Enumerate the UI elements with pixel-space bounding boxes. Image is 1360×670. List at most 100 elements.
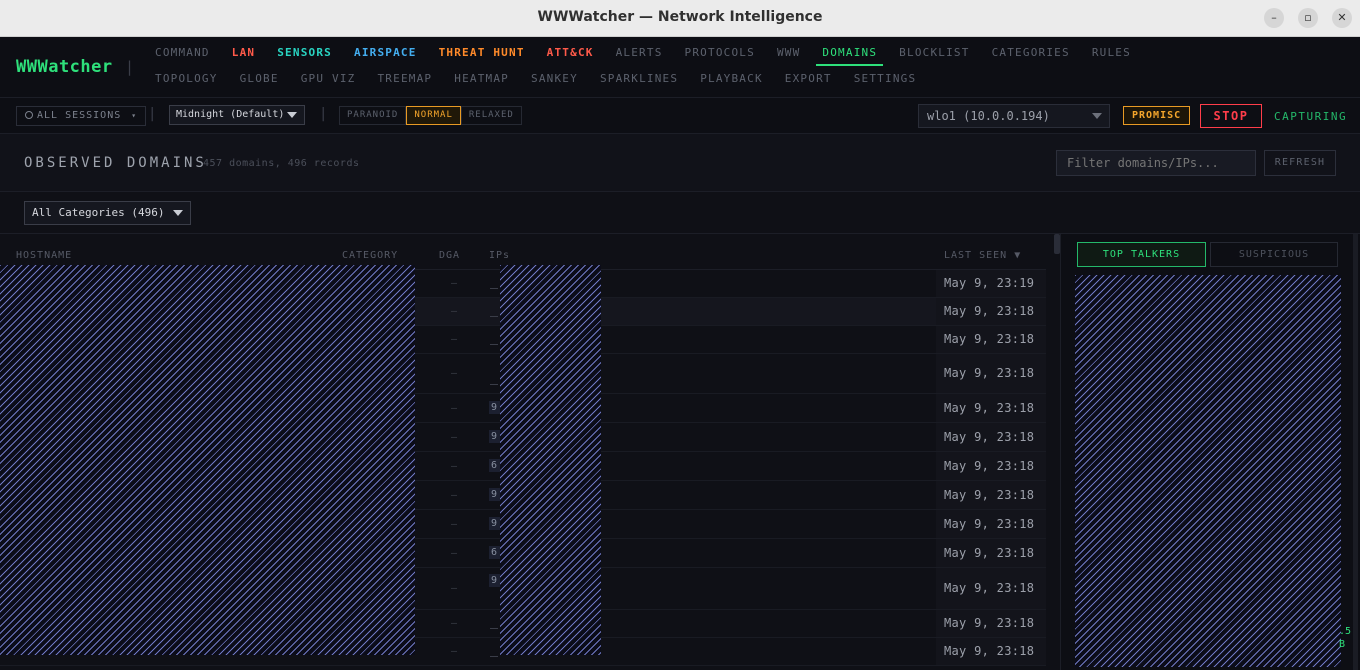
last-seen-cell: May 9, 23:18 — [944, 545, 1035, 560]
nav-settings[interactable]: SETTINGS — [854, 72, 917, 92]
talker-value: .5 — [1339, 626, 1352, 637]
dga-cell: — — [451, 547, 458, 559]
talker-unit: B — [1339, 639, 1346, 650]
domain-count: 457 domains, 496 records — [203, 158, 360, 169]
dga-cell: — — [451, 402, 458, 414]
ip-placeholder — [490, 628, 498, 629]
nav-categories[interactable]: CATEGORIES — [992, 46, 1070, 66]
nav-row-primary: COMMAND LAN SENSORS AIRSPACE THREAT HUNT ATT&… — [155, 46, 1153, 66]
last-seen-cell: May 9, 23:18 — [944, 644, 1035, 658]
nav-rules[interactable]: RULES — [1092, 46, 1131, 66]
interface-value: wlo1 (10.0.0.194) — [927, 109, 1050, 123]
nav-sankey[interactable]: SANKEY — [531, 72, 578, 92]
stop-capture-button[interactable]: STOP — [1200, 104, 1262, 128]
nav-blocklist[interactable]: BLOCKLIST — [899, 46, 969, 66]
nav-sparklines[interactable]: SPARKLINES — [600, 72, 678, 92]
column-hostname[interactable]: HOSTNAME — [16, 250, 72, 261]
tab-top-talkers[interactable]: TOP TALKERS — [1077, 242, 1206, 267]
redacted-hostnames — [0, 265, 415, 655]
nav-treemap[interactable]: TREEMAP — [377, 72, 432, 92]
interface-select[interactable]: wlo1 (10.0.0.194) — [918, 104, 1110, 128]
category-filter-bar: All Categories (496) — [0, 192, 1360, 234]
nav-airspace[interactable]: AIRSPACE — [354, 46, 417, 66]
column-category[interactable]: CATEGORY — [342, 250, 398, 261]
last-seen-cell: May 9, 23:18 — [944, 616, 1035, 630]
sessions-label: ALL SESSIONS — [37, 110, 122, 121]
app-header: WWWatcher | COMMAND LAN SENSORS AIRSPACE THR… — [0, 37, 1360, 98]
dga-cell: — — [451, 334, 458, 345]
dga-cell: — — [451, 368, 458, 379]
redacted-ips — [500, 265, 601, 655]
chevron-down-icon: ▾ — [131, 111, 138, 120]
dga-cell: — — [451, 278, 458, 289]
nav-lan[interactable]: LAN — [232, 46, 255, 66]
last-seen-cell: May 9, 23:18 — [944, 332, 1035, 346]
last-seen-cell: May 9, 23:18 — [944, 400, 1035, 415]
ip-placeholder — [490, 384, 498, 385]
column-last-seen[interactable]: LAST SEEN ▼ — [944, 250, 1021, 261]
nav-command[interactable]: COMMAND — [155, 46, 210, 66]
nav-gpu-viz[interactable]: GPU VIZ — [301, 72, 356, 92]
session-circle-icon — [25, 111, 33, 119]
domains-header: OBSERVED DOMAINS 457 domains, 496 record… — [0, 134, 1360, 192]
theme-value: Midnight (Default) — [176, 109, 285, 120]
page-title: OBSERVED DOMAINS — [24, 155, 207, 171]
last-seen-cell: May 9, 23:18 — [944, 581, 1035, 595]
sensitivity-mode-group: PARANOID NORMAL RELAXED — [339, 106, 522, 125]
mode-paranoid[interactable]: PARANOID — [339, 106, 407, 125]
dga-cell: — — [451, 646, 458, 657]
dga-cell: — — [451, 518, 458, 530]
category-value: All Categories (496) — [32, 206, 165, 219]
nav-alerts[interactable]: ALERTS — [616, 46, 663, 66]
ip-placeholder — [490, 656, 498, 657]
tab-suspicious[interactable]: SUSPICIOUS — [1210, 242, 1338, 267]
chevron-down-icon — [173, 210, 183, 216]
category-select[interactable]: All Categories (496) — [24, 201, 191, 225]
dga-cell: — — [451, 460, 458, 472]
nav-att-ck[interactable]: ATT&CK — [547, 46, 594, 66]
close-icon[interactable]: ✕ — [1332, 8, 1352, 28]
nav-www[interactable]: WWW — [777, 46, 800, 66]
nav-export[interactable]: EXPORT — [785, 72, 832, 92]
toolbar-divider: | — [319, 106, 328, 122]
mode-relaxed[interactable]: RELAXED — [460, 106, 522, 125]
nav-globe[interactable]: GLOBE — [240, 72, 279, 92]
minimize-icon[interactable]: – — [1264, 8, 1284, 28]
last-seen-cell: May 9, 23:18 — [944, 366, 1035, 380]
app-logo[interactable]: WWWatcher — [16, 57, 113, 77]
capture-status: CAPTURING — [1274, 110, 1348, 123]
dga-cell: — — [451, 489, 458, 501]
chevron-down-icon — [1092, 113, 1102, 119]
redacted-talkers — [1075, 275, 1341, 667]
chevron-down-icon — [287, 112, 297, 118]
mode-normal[interactable]: NORMAL — [406, 106, 461, 125]
last-seen-cell: May 9, 23:18 — [944, 487, 1035, 502]
domains-table: HOSTNAME CATEGORY DGA IPs LAST SEEN ▼ — M… — [0, 234, 1060, 670]
nav-protocols[interactable]: PROTOCOLS — [685, 46, 755, 66]
column-ips[interactable]: IPs — [489, 250, 510, 261]
logo-divider: | — [125, 58, 135, 76]
window-titlebar: WWWatcher — Network Intelligence – ▫ ✕ — [0, 0, 1360, 37]
column-dga[interactable]: DGA — [439, 250, 460, 261]
nav-threat-hunt[interactable]: THREAT HUNT — [439, 46, 525, 66]
domain-filter-input[interactable] — [1056, 150, 1256, 176]
nav-domains[interactable]: DOMAINS — [816, 46, 884, 66]
side-scrollbar[interactable] — [1353, 234, 1358, 670]
dga-cell: — — [451, 306, 458, 317]
theme-select[interactable]: Midnight (Default) — [169, 105, 305, 125]
promisc-toggle[interactable]: PROMISC — [1123, 106, 1191, 125]
nav-playback[interactable]: PLAYBACK — [700, 72, 763, 92]
nav-sensors[interactable]: SENSORS — [277, 46, 332, 66]
refresh-button[interactable]: REFRESH — [1264, 150, 1336, 176]
last-seen-cell: May 9, 23:18 — [944, 458, 1035, 473]
nav-heatmap[interactable]: HEATMAP — [454, 72, 509, 92]
last-seen-cell: May 9, 23:18 — [944, 429, 1035, 444]
all-sessions-button[interactable]: ALL SESSIONS ▾ — [16, 106, 147, 126]
maximize-icon[interactable]: ▫ — [1298, 8, 1318, 28]
last-seen-cell: May 9, 23:19 — [944, 276, 1035, 290]
dga-cell: — — [451, 583, 458, 594]
last-seen-cell: May 9, 23:18 — [944, 304, 1035, 318]
nav-row-secondary: TOPOLOGY GLOBE GPU VIZ TREEMAP HEATMAP SANKEY… — [155, 72, 938, 92]
nav-topology[interactable]: TOPOLOGY — [155, 72, 218, 92]
ip-placeholder — [490, 316, 498, 317]
